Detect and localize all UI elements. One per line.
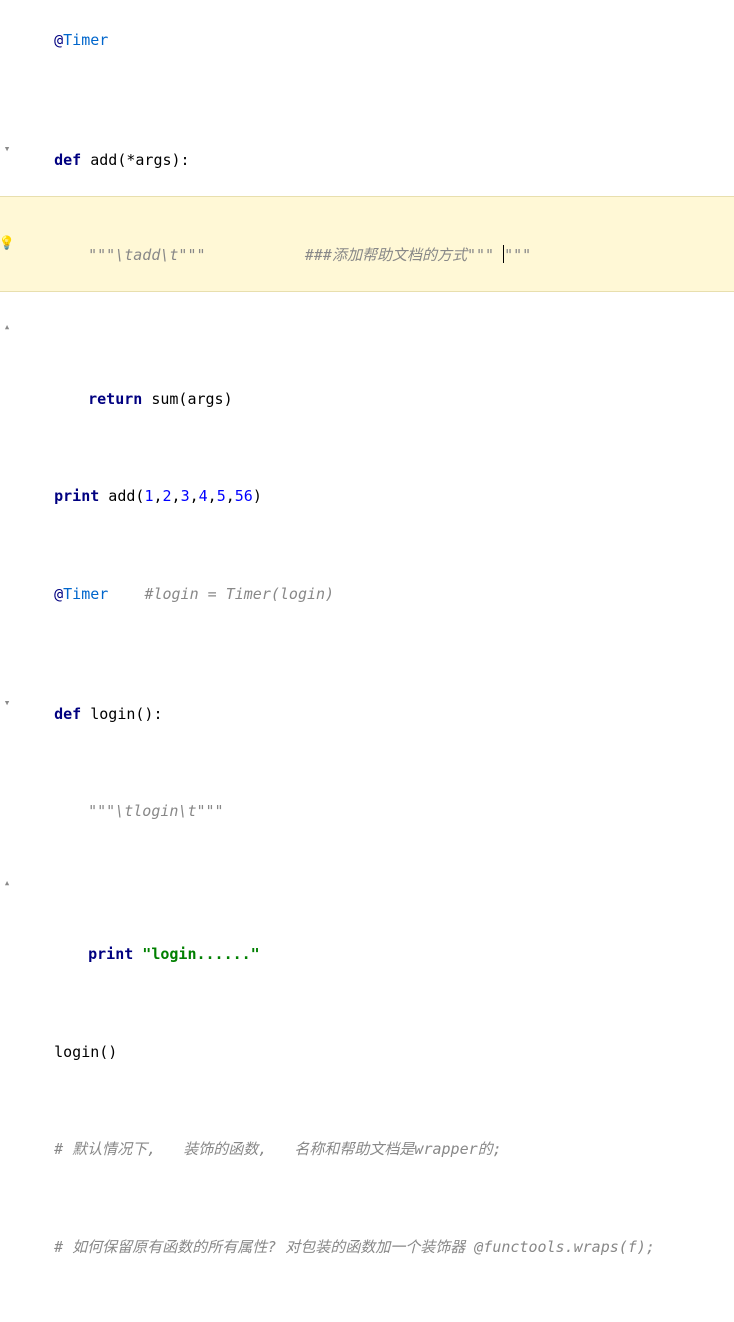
code-line[interactable]: return sum(args) bbox=[0, 363, 734, 435]
comma: , bbox=[153, 487, 162, 505]
fold-icon[interactable]: ▾ bbox=[2, 140, 12, 157]
code-line-blank[interactable]: ▴ bbox=[0, 292, 734, 364]
docstring: """\tadd\t""" bbox=[88, 246, 205, 264]
gutter: 💡 bbox=[0, 197, 14, 291]
comma: , bbox=[172, 487, 181, 505]
code-line-blank[interactable] bbox=[0, 532, 734, 558]
fold-icon[interactable]: ▾ bbox=[2, 694, 12, 711]
comment: # 如何保留原有函数的所有属性? 对包装的函数加一个装饰器 @functools… bbox=[54, 1238, 655, 1256]
code-line-blank[interactable]: ▴ bbox=[0, 847, 734, 919]
keyword-def: def bbox=[54, 705, 81, 723]
number: 56 bbox=[235, 487, 253, 505]
code-line[interactable]: @Timer #login = Timer(login) bbox=[0, 558, 734, 630]
func-signature: add(*args): bbox=[81, 151, 189, 169]
call-open: add( bbox=[99, 487, 144, 505]
fold-end-icon[interactable]: ▴ bbox=[2, 875, 12, 892]
call-close: ) bbox=[253, 487, 262, 505]
decorator-name: Timer bbox=[63, 585, 108, 603]
comma: , bbox=[190, 487, 199, 505]
code-line-blank[interactable] bbox=[0, 1088, 734, 1114]
code-line[interactable]: ▾ def login(): bbox=[0, 656, 734, 750]
code-line-blank[interactable] bbox=[0, 630, 734, 656]
code-line[interactable]: print add(1,2,3,4,5,56) bbox=[0, 461, 734, 533]
code-line-blank[interactable] bbox=[0, 990, 734, 1016]
comment: # 默认情况下, 装饰的函数, 名称和帮助文档是wrapper的; bbox=[54, 1140, 502, 1158]
code-line-blank[interactable] bbox=[0, 435, 734, 461]
lightbulb-icon[interactable]: 💡 bbox=[0, 234, 15, 254]
call-expr: login() bbox=[54, 1043, 117, 1061]
docstring-tail: """ bbox=[504, 246, 531, 264]
code-line[interactable]: print login.__name__ ###打印函数名称 bbox=[0, 1309, 734, 1322]
number: 4 bbox=[199, 487, 208, 505]
docstring: """\tlogin\t""" bbox=[88, 802, 223, 820]
code-line[interactable]: @Timer bbox=[0, 4, 734, 76]
number: 5 bbox=[217, 487, 226, 505]
code-line-blank[interactable] bbox=[0, 1283, 734, 1309]
code-line[interactable]: ▾ def add(*args): bbox=[0, 102, 734, 196]
call-expr: sum(args) bbox=[142, 390, 232, 408]
code-editor[interactable]: @Timer ▾ def add(*args): 💡 """\tadd\t"""… bbox=[0, 0, 734, 1322]
code-line-blank[interactable] bbox=[0, 76, 734, 102]
comma: , bbox=[208, 487, 217, 505]
comment: ###添加帮助文档的方式""" bbox=[305, 246, 503, 264]
fold-end-icon[interactable]: ▴ bbox=[2, 319, 12, 336]
keyword-print: print bbox=[88, 945, 133, 963]
comment: #login = Timer(login) bbox=[144, 585, 334, 603]
func-signature: login(): bbox=[81, 705, 162, 723]
decorator-at: @ bbox=[54, 585, 63, 603]
code-line[interactable]: # 默认情况下, 装饰的函数, 名称和帮助文档是wrapper的; bbox=[0, 1114, 734, 1186]
decorator-name: Timer bbox=[63, 31, 108, 49]
code-line[interactable]: # 如何保留原有函数的所有属性? 对包装的函数加一个装饰器 @functools… bbox=[0, 1211, 734, 1283]
spacing bbox=[108, 585, 144, 603]
decorator-at: @ bbox=[54, 31, 63, 49]
code-line-blank[interactable] bbox=[0, 1185, 734, 1211]
string-literal: "login......" bbox=[133, 945, 259, 963]
code-line[interactable]: print "login......" bbox=[0, 919, 734, 991]
keyword-return: return bbox=[88, 390, 142, 408]
spacing bbox=[206, 246, 305, 264]
number: 2 bbox=[163, 487, 172, 505]
keyword-print: print bbox=[54, 487, 99, 505]
code-line[interactable]: login() bbox=[0, 1016, 734, 1088]
code-line[interactable]: """\tlogin\t""" bbox=[0, 776, 734, 848]
keyword-def: def bbox=[54, 151, 81, 169]
code-line-highlighted[interactable]: 💡 """\tadd\t""" ###添加帮助文档的方式""" """ bbox=[0, 196, 734, 292]
number: 3 bbox=[181, 487, 190, 505]
code-line-blank[interactable] bbox=[0, 750, 734, 776]
comma: , bbox=[226, 487, 235, 505]
